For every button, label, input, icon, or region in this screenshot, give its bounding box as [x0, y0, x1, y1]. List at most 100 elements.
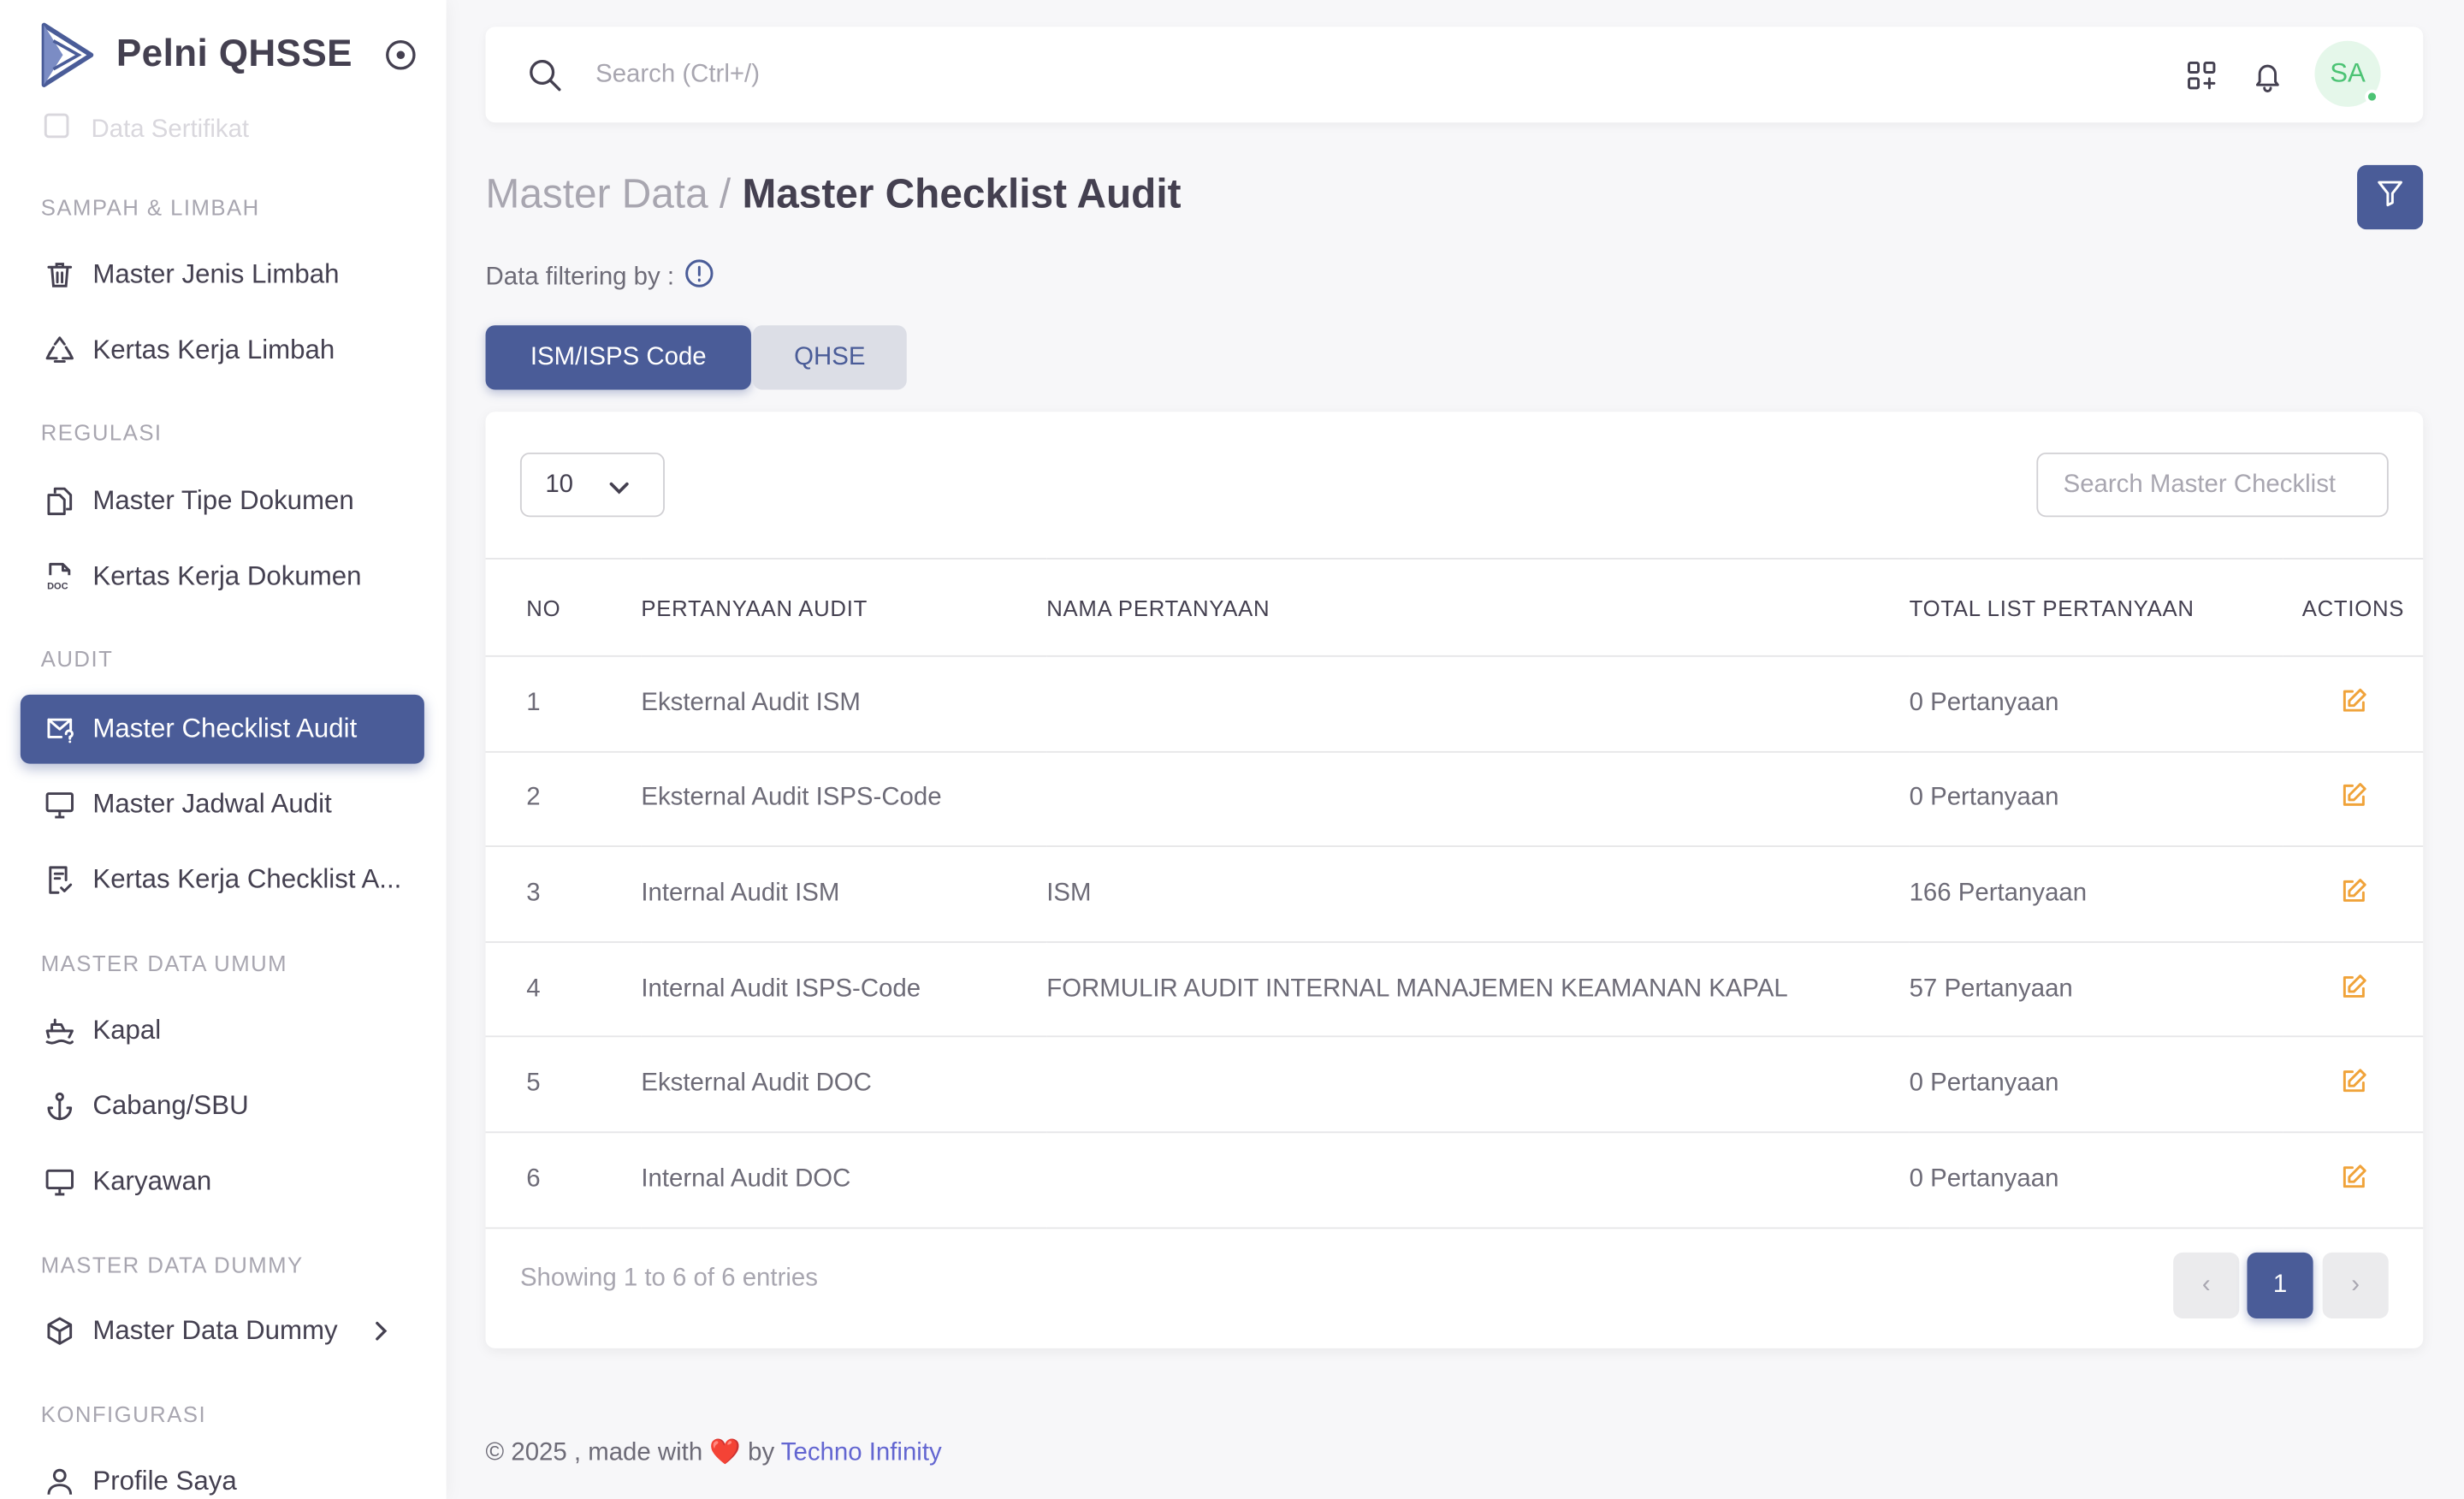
edit-icon[interactable] [2336, 1064, 2370, 1099]
sidebar-item-profile-saya[interactable]: Profile Saya [21, 1448, 424, 1499]
cell-total: 166 Pertanyaan [1909, 846, 2283, 943]
cell-total: 0 Pertanyaan [1909, 1132, 2283, 1229]
cell-nama [1046, 751, 1910, 848]
cell-actions [2283, 751, 2424, 848]
sidebar-item-master-tipe-dokumen[interactable]: Master Tipe Dokumen [21, 466, 424, 536]
table-row: 2 Eksternal Audit ISPS-Code 0 Pertanyaan [485, 751, 2424, 848]
sidebar-item-master-jenis-limbah[interactable]: Master Jenis Limbah [21, 240, 424, 310]
page-length-select[interactable]: 10 [519, 452, 665, 518]
sidebar-item-label: Kertas Kerja Checklist A... [92, 864, 402, 895]
edit-icon[interactable] [2336, 684, 2370, 718]
page-length-value: 10 [545, 471, 574, 498]
chevron-right-icon [364, 1315, 396, 1354]
table-header-row: NO PERTANYAAN AUDIT NAMA PERTANYAAN TOTA… [485, 558, 2424, 657]
sidebar-item-kertas-kerja-checklist[interactable]: Kertas Kerja Checklist A... [21, 845, 424, 915]
brand[interactable]: Pelni QHSSE [41, 19, 352, 91]
app-root: Pelni QHSSE Data Sertifikat SAMPAH & LIM… [0, 0, 2464, 1499]
svg-text:DOC: DOC [47, 582, 68, 592]
page-title-text: Master Checklist Audit [742, 169, 1182, 217]
filter-icon [2374, 178, 2406, 217]
tab-qhse[interactable]: QHSE [752, 325, 907, 390]
cell-nama [1046, 1132, 1910, 1229]
apps-add-icon[interactable] [2184, 58, 2218, 92]
header-no[interactable]: NO [485, 558, 642, 657]
cell-no: 4 [485, 941, 642, 1038]
ship-icon [43, 1014, 77, 1048]
sidebar-toggle-icon[interactable] [383, 38, 418, 72]
page-title: Master Data / Master Checklist Audit [486, 169, 1182, 218]
edit-icon[interactable] [2336, 874, 2370, 908]
section-audit: AUDIT [40, 645, 114, 672]
table-row: 4 Internal Audit ISPS-Code FORMULIR AUDI… [485, 941, 2424, 1038]
edit-icon[interactable] [2336, 779, 2370, 813]
cell-nama: ISM [1046, 846, 1910, 943]
table-search-input[interactable] [2036, 452, 2389, 518]
header-total-list[interactable]: TOTAL LIST PERTANYAAN [1909, 558, 2283, 657]
section-regulasi: REGULASI [40, 419, 163, 445]
footer-by: by [748, 1439, 775, 1466]
sidebar-item-label: Kertas Kerja Dokumen [92, 560, 362, 591]
checklist-doc-icon [43, 862, 77, 897]
topbar: SA [485, 27, 2424, 123]
cell-pertanyaan: Internal Audit ISPS-Code [641, 941, 1047, 1038]
cell-pertanyaan: Internal Audit DOC [641, 1132, 1047, 1229]
avatar[interactable]: SA [2314, 40, 2381, 107]
tab-ism-isps-code[interactable]: ISM/ISPS Code [485, 325, 751, 390]
filter-button[interactable] [2357, 164, 2424, 230]
cell-total: 57 Pertanyaan [1909, 941, 2283, 1038]
section-master-data-umum: MASTER DATA UMUM [40, 951, 288, 976]
cell-no: 5 [485, 1036, 642, 1134]
cell-nama [1046, 1036, 1910, 1134]
pagination-page-1[interactable]: 1 [2247, 1252, 2313, 1318]
sidebar-item-label: Master Jadwal Audit [92, 789, 332, 819]
monitor-icon [43, 787, 77, 821]
edit-icon[interactable] [2336, 1159, 2370, 1194]
doc-file-icon: DOC [43, 560, 77, 594]
footer-text: © 2025 , made with [485, 1439, 703, 1466]
info-icon[interactable] [684, 258, 715, 297]
cell-actions [2283, 941, 2424, 1038]
box-icon [43, 1313, 77, 1348]
pagination-next-button[interactable]: › [2322, 1252, 2389, 1318]
cell-actions [2283, 1036, 2424, 1134]
sidebar-item-label: Profile Saya [92, 1466, 237, 1496]
data-filtering-label: Data filtering by : [486, 258, 715, 297]
heart-icon: ❤️ [709, 1439, 741, 1466]
sidebar-item-kertas-kerja-limbah[interactable]: Kertas Kerja Limbah [21, 316, 424, 385]
header-pertanyaan-audit[interactable]: PERTANYAAN AUDIT [641, 558, 1047, 657]
sidebar-item-master-checklist-audit[interactable]: Master Checklist Audit [20, 694, 424, 764]
cell-no: 1 [485, 655, 642, 753]
table-info: Showing 1 to 6 of 6 entries [519, 1265, 818, 1292]
edit-icon[interactable] [2336, 969, 2370, 1003]
cell-no: 2 [485, 751, 642, 848]
global-search-input[interactable] [595, 51, 1539, 99]
header-nama-pertanyaan[interactable]: NAMA PERTANYAAN [1046, 558, 1910, 657]
sidebar-item-master-jadwal-audit[interactable]: Master Jadwal Audit [21, 770, 424, 839]
search-icon[interactable] [526, 56, 564, 102]
sidebar-item-kertas-kerja-dokumen[interactable]: DOC Kertas Kerja Dokumen [21, 542, 424, 612]
sidebar-item-label: Kapal [92, 1015, 162, 1046]
pagination-prev-button[interactable]: ‹ [2173, 1252, 2240, 1318]
sidebar-item-label: Kertas Kerja Limbah [92, 335, 335, 365]
sidebar-item-karyawan[interactable]: Karyawan [21, 1147, 424, 1217]
sidebar-item-kapal[interactable]: Kapal [21, 996, 424, 1065]
sidebar: Pelni QHSSE Data Sertifikat SAMPAH & LIM… [0, 0, 447, 1499]
table-row: 5 Eksternal Audit DOC 0 Pertanyaan [485, 1036, 2424, 1134]
sidebar-item-data-sertifikat[interactable]: Data Sertifikat [41, 110, 249, 150]
breadcrumb[interactable]: Master Data / [486, 169, 732, 216]
certificate-icon [41, 110, 73, 150]
sidebar-item-label: Master Tipe Dokumen [92, 485, 354, 516]
copy-icon [43, 484, 77, 518]
sidebar-item-label: Data Sertifikat [91, 115, 250, 143]
sidebar-item-label: Master Data Dummy [92, 1315, 338, 1346]
sidebar-item-cabang[interactable]: Cabang/SBU [21, 1072, 424, 1141]
bell-icon[interactable] [2250, 58, 2284, 92]
brand-logo-icon [41, 22, 94, 88]
table-row: 1 Eksternal Audit ISM 0 Pertanyaan [485, 655, 2424, 753]
header-actions: ACTIONS [2283, 558, 2424, 657]
checklist-table: NO PERTANYAAN AUDIT NAMA PERTANYAAN TOTA… [485, 558, 2424, 1229]
cell-total: 0 Pertanyaan [1909, 751, 2283, 848]
footer-link[interactable]: Techno Infinity [781, 1439, 942, 1466]
sidebar-item-master-data-dummy[interactable]: Master Data Dummy [21, 1296, 424, 1366]
monitor-icon [43, 1164, 77, 1199]
